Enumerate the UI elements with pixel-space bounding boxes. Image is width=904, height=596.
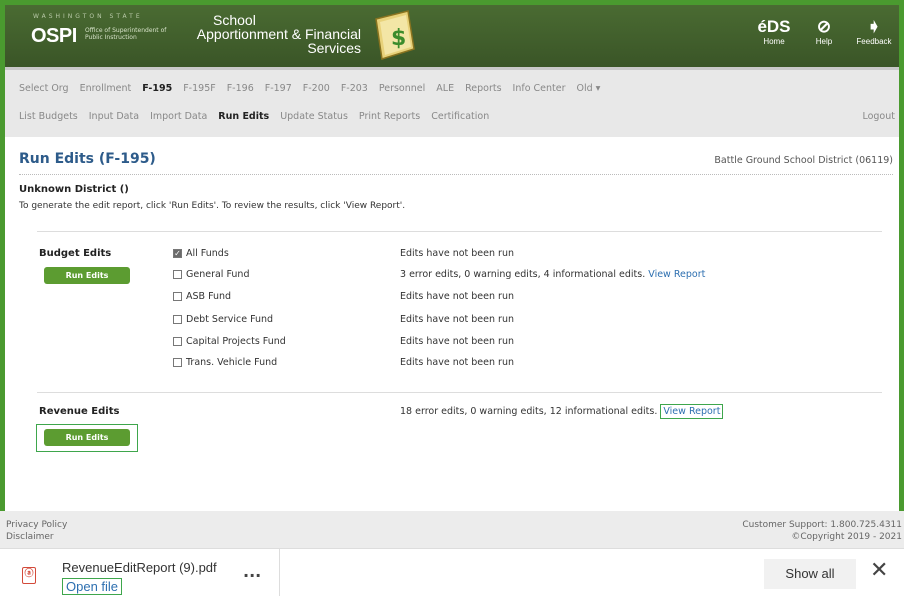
fund-status-text: 3 error edits, 0 warning edits, 4 inform… [400,269,646,280]
home-label: Home [763,37,785,46]
district-label: Battle Ground School District (06119) [714,155,893,166]
page-footer: Privacy Policy Disclaimer Customer Suppo… [0,511,904,548]
privacy-policy-link[interactable]: Privacy Policy [6,519,67,531]
fund-status: Edits have not been run [400,336,514,347]
fund-label: Capital Projects Fund [186,336,286,347]
checkbox-icon[interactable] [173,337,182,346]
instructions-text: To generate the edit report, click 'Run … [19,201,406,211]
svg-text:$: $ [391,26,406,51]
fund-label: Debt Service Fund [186,314,274,325]
nav-f200[interactable]: F-200 [303,83,330,94]
show-all-button[interactable]: Show all [764,559,856,589]
fund-label: Trans. Vehicle Fund [186,357,278,368]
unknown-district-heading: Unknown District () [19,184,129,195]
header-icons: éDS Home ⊘ Help ➧ Feedback [749,17,899,46]
office-label: Office of Superintendent of Public Instr… [85,27,167,41]
subnav-run-edits[interactable]: Run Edits [218,111,269,122]
nav-f196[interactable]: F-196 [227,83,254,94]
nav-select-org[interactable]: Select Org [19,83,69,94]
app-title-line1: School [213,12,256,28]
more-options-icon[interactable]: ... [243,562,261,581]
help-label: Help [815,37,833,46]
subnav-certification[interactable]: Certification [431,111,489,122]
download-bar: ⓐ RevenueEditReport (9).pdf Open file ..… [0,548,904,596]
main-content: Run Edits (F-195) Battle Ground School D… [5,137,899,511]
revenue-edits-label: Revenue Edits [39,406,120,417]
checkbox-checked-icon[interactable]: ✓ [173,249,182,258]
copyright-text: ©Copyright 2019 - 2021 [791,532,902,542]
disclaimer-link[interactable]: Disclaimer [6,531,67,543]
revenue-status-text: 18 error edits, 0 warning edits, 12 info… [400,406,658,417]
logout-link[interactable]: Logout [862,111,895,122]
budget-edits-label: Budget Edits [39,248,112,259]
fund-status: Edits have not been run [400,291,514,302]
nav-f203[interactable]: F-203 [341,83,368,94]
ospi-wordmark: OSPI [31,25,77,47]
subnav-print-reports[interactable]: Print Reports [359,111,420,122]
nav-reports[interactable]: Reports [465,83,501,94]
subnav-update-status[interactable]: Update Status [280,111,348,122]
feedback-label: Feedback [856,37,892,46]
download-filename: RevenueEditReport (9).pdf [62,560,217,575]
footer-support: Customer Support: 1.800.725.4311 ©Copyri… [742,519,902,543]
fund-status: Edits have not been run [400,248,514,259]
revenue-status: 18 error edits, 0 warning edits, 12 info… [400,404,724,419]
home-icon[interactable]: éDS Home [749,17,799,46]
fund-row-debt-service[interactable]: Debt Service Fund [173,314,273,325]
ospi-logo[interactable]: WASHINGTON STATE OSPI Office of Superint… [25,11,187,51]
general-fund-view-report-link[interactable]: View Report [648,269,705,280]
section-divider [37,231,882,232]
subnav-input-data[interactable]: Input Data [89,111,139,122]
download-item[interactable]: ⓐ RevenueEditReport (9).pdf Open file ..… [0,549,280,596]
nav-info-center[interactable]: Info Center [513,83,566,94]
checkbox-icon[interactable] [173,270,182,279]
nav-personnel[interactable]: Personnel [379,83,425,94]
nav-f195f[interactable]: F-195F [183,83,216,94]
fund-row-trans-vehicle[interactable]: Trans. Vehicle Fund [173,357,277,368]
checkbox-icon[interactable] [173,292,182,301]
fund-label: All Funds [186,248,229,259]
revenue-view-report-link[interactable]: View Report [660,404,724,419]
subnav-import-data[interactable]: Import Data [150,111,207,122]
fund-label: ASB Fund [186,291,232,302]
customer-support-text: Customer Support: 1.800.725.4311 [742,520,902,530]
main-nav: Select Org Enrollment F-195 F-195F F-196… [5,67,899,137]
open-file-link[interactable]: Open file [62,578,123,595]
app-title-line2: Apportionment & Financial [196,26,361,42]
fund-row-asb[interactable]: ASB Fund [173,291,231,302]
nav-row-actions: List Budgets Input Data Import Data Run … [19,111,895,122]
nav-f197[interactable]: F-197 [265,83,292,94]
subnav-list-budgets[interactable]: List Budgets [19,111,78,122]
section-divider [37,392,882,393]
page-title: Run Edits (F-195) [19,151,156,167]
close-icon[interactable]: ✕ [870,558,888,583]
app-title: School Apportionment & Financial Service… [193,13,361,55]
fund-status: Edits have not been run [400,357,514,368]
state-label: WASHINGTON STATE [33,13,143,20]
fund-label: General Fund [186,269,250,280]
help-icon[interactable]: ⊘ Help [799,17,849,46]
nav-row-forms: Select Org Enrollment F-195 F-195F F-196… [19,83,611,94]
app-title-line3: Services [307,40,361,56]
nav-f195[interactable]: F-195 [142,83,172,94]
pdf-icon: ⓐ [22,567,36,584]
fund-row-capital-projects[interactable]: Capital Projects Fund [173,336,286,347]
fund-row-all-funds[interactable]: ✓ All Funds [173,248,229,259]
checkbox-icon[interactable] [173,358,182,367]
money-icon: $ [375,10,415,60]
checkbox-icon[interactable] [173,315,182,324]
fund-status: Edits have not been run [400,314,514,325]
nav-enrollment[interactable]: Enrollment [80,83,132,94]
footer-links: Privacy Policy Disclaimer [6,519,67,543]
nav-old-dropdown[interactable]: Old ▾ [577,83,601,94]
revenue-run-edits-button[interactable]: Run Edits [44,429,130,446]
budget-run-edits-button[interactable]: Run Edits [44,267,130,284]
title-divider [19,174,893,175]
feedback-icon[interactable]: ➧ Feedback [849,17,899,46]
fund-row-general[interactable]: General Fund [173,269,249,280]
fund-status: 3 error edits, 0 warning edits, 4 inform… [400,269,705,280]
site-header: WASHINGTON STATE OSPI Office of Superint… [5,5,899,67]
nav-ale[interactable]: ALE [436,83,454,94]
